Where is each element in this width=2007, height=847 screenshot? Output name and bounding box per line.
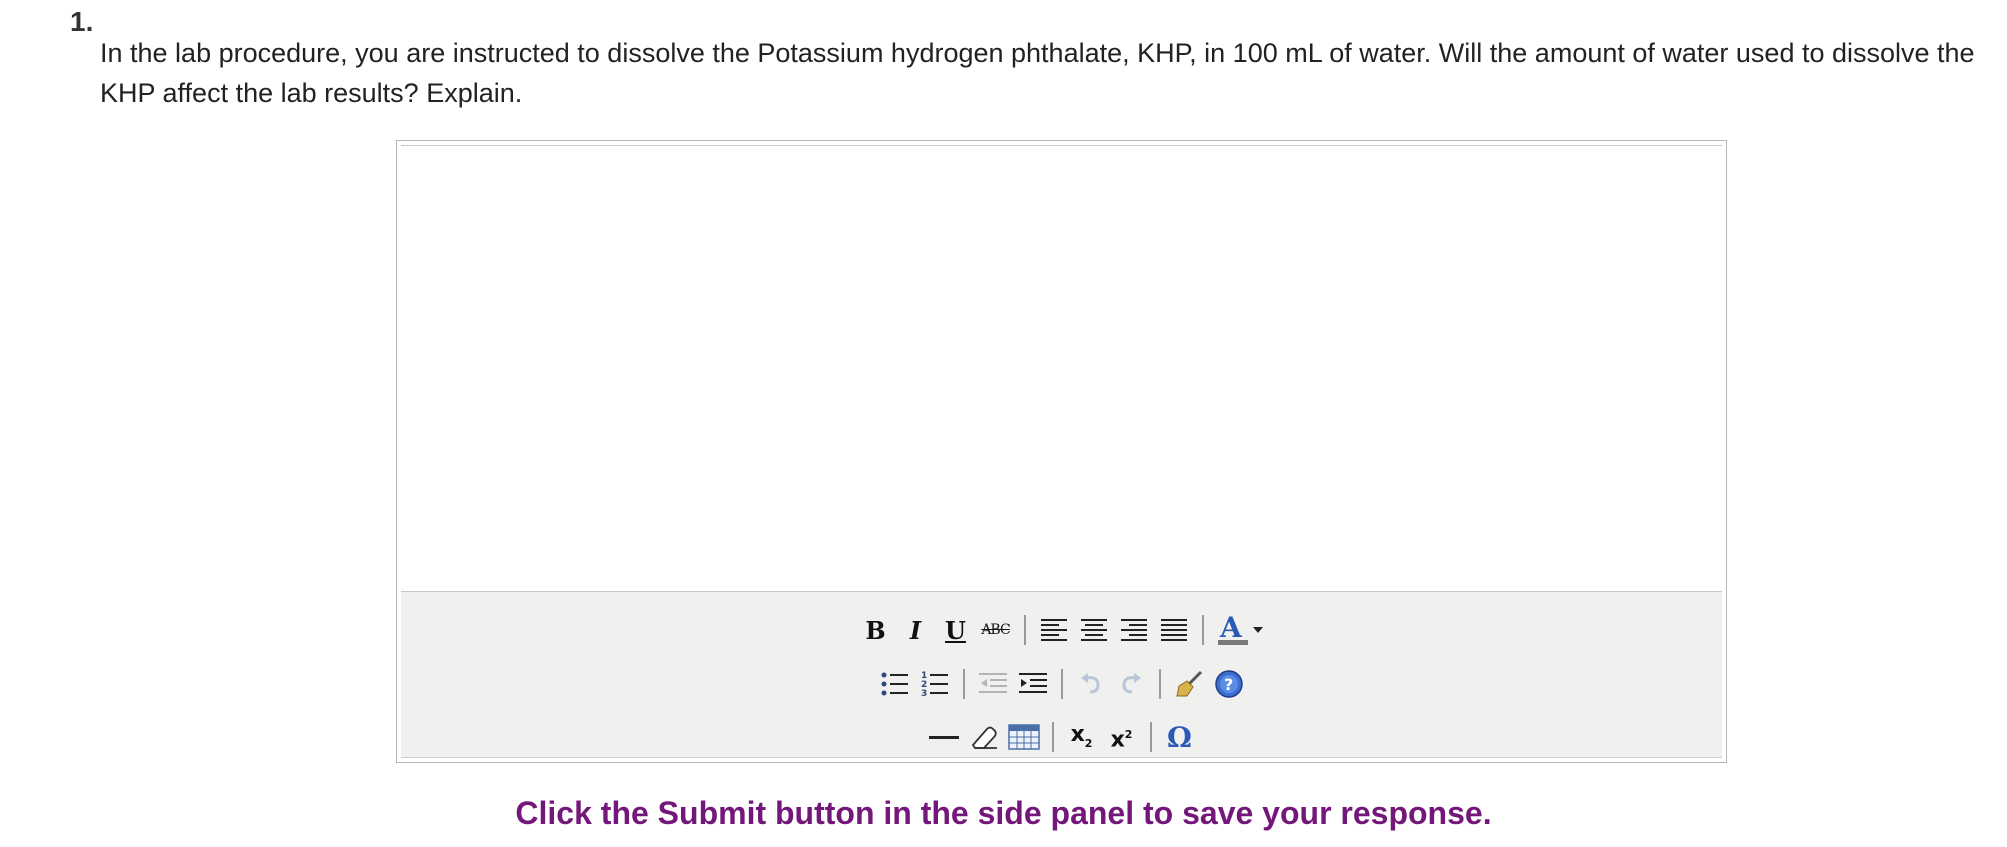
italic-icon: I <box>909 615 922 645</box>
help-icon: ? <box>1214 670 1243 698</box>
align-right-icon <box>1120 619 1147 641</box>
strikethrough-icon: ABC <box>981 622 1010 638</box>
insert-table-button[interactable] <box>1004 719 1044 755</box>
cleanup-button[interactable] <box>1169 666 1209 702</box>
toolbar-row-formatting: B I U ABC A <box>401 610 1722 650</box>
toolbar-separator <box>1201 615 1204 645</box>
horizontal-rule-icon <box>928 735 959 739</box>
subscript-mark: 2 <box>1084 736 1093 750</box>
toolbar-separator <box>1051 722 1054 752</box>
outdent-button[interactable] <box>973 666 1013 702</box>
underline-button[interactable]: U <box>936 612 976 648</box>
toolbar-row-lists: 123 ? <box>401 664 1722 704</box>
svg-text:3: 3 <box>921 689 927 698</box>
editor-toolbar: B I U ABC A 1 2 3 ? x2 x2 Ω <box>401 591 1722 758</box>
toolbar-separator <box>1158 669 1161 699</box>
italic-button[interactable]: I <box>896 612 936 648</box>
numbered-list-button[interactable]: 123 <box>915 666 955 702</box>
bold-icon: B <box>865 615 886 645</box>
align-left-button[interactable] <box>1034 612 1074 648</box>
redo-button[interactable] <box>1111 666 1151 702</box>
subscript-button[interactable]: x2 <box>1062 719 1102 755</box>
rich-text-editor: B I U ABC A 1 2 3 ? x2 x2 Ω <box>396 140 1727 763</box>
bullet-list-button[interactable] <box>875 666 915 702</box>
outdent-icon <box>978 673 1007 693</box>
indent-button[interactable] <box>1013 666 1053 702</box>
eraser-icon <box>971 726 997 749</box>
font-color-button[interactable]: A <box>1212 612 1268 648</box>
horizontal-rule-button[interactable] <box>924 719 964 755</box>
dropdown-arrow-icon <box>1252 627 1263 633</box>
superscript-mark: 2 <box>1124 727 1133 741</box>
superscript-label: x <box>1110 727 1125 753</box>
font-color-icon: A <box>1217 613 1248 645</box>
align-right-button[interactable] <box>1114 612 1154 648</box>
superscript-button[interactable]: x2 <box>1102 719 1142 755</box>
toolbar-separator <box>1060 669 1063 699</box>
question-text: In the lab procedure, you are instructed… <box>100 38 1975 108</box>
align-left-icon <box>1040 619 1067 641</box>
toolbar-separator <box>1023 615 1026 645</box>
subscript-icon: x2 <box>1071 722 1093 751</box>
response-textarea[interactable] <box>401 146 1722 590</box>
redo-icon <box>1121 673 1141 694</box>
toolbar-separator <box>1149 722 1152 752</box>
help-button[interactable]: ? <box>1209 666 1249 702</box>
cleanup-broom-icon <box>1175 670 1202 697</box>
numbered-list-icon: 123 <box>921 671 948 698</box>
align-justify-icon <box>1160 619 1187 641</box>
bold-button[interactable]: B <box>856 612 896 648</box>
svg-text:?: ? <box>1224 675 1233 694</box>
special-character-icon: Ω <box>1167 720 1192 754</box>
undo-button[interactable] <box>1071 666 1111 702</box>
strikethrough-button[interactable]: ABC <box>976 612 1016 648</box>
svg-text:A: A <box>1219 613 1243 644</box>
table-icon <box>1007 724 1040 750</box>
undo-icon <box>1080 673 1100 694</box>
align-center-icon <box>1080 619 1107 641</box>
remove-format-button[interactable] <box>964 719 1004 755</box>
bullet-list-icon <box>881 672 908 696</box>
special-character-button[interactable]: Ω <box>1160 719 1200 755</box>
superscript-icon: x2 <box>1111 722 1133 752</box>
align-justify-button[interactable] <box>1154 612 1194 648</box>
question-number: 1. <box>70 6 94 37</box>
subscript-label: x <box>1070 722 1085 748</box>
submit-hint: Click the Submit button in the side pane… <box>515 795 1492 831</box>
underline-icon: U <box>945 615 966 645</box>
align-center-button[interactable] <box>1074 612 1114 648</box>
toolbar-row-insert: x2 x2 Ω <box>401 717 1722 757</box>
toolbar-separator <box>962 669 965 699</box>
indent-icon <box>1018 673 1047 693</box>
